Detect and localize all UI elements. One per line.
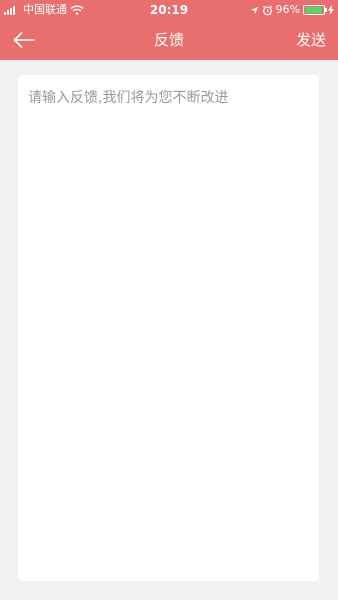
send-button[interactable]: 发送: [296, 20, 326, 60]
nav-bar: 反馈 发送: [0, 20, 338, 60]
battery-percent: 96%: [275, 3, 300, 16]
feedback-input[interactable]: [18, 75, 319, 581]
status-bar: 中国联通 20:19 96%: [0, 0, 338, 20]
feedback-card: [18, 75, 319, 581]
alarm-icon: [262, 5, 272, 15]
battery-fill: [305, 7, 323, 13]
location-icon: [250, 6, 258, 14]
app-header: 中国联通 20:19 96% 反馈 发送: [0, 0, 338, 60]
page-title: 反馈: [153, 31, 184, 49]
status-right: 96%: [250, 0, 334, 20]
battery-icon: [303, 5, 327, 15]
charging-icon: [328, 5, 334, 15]
